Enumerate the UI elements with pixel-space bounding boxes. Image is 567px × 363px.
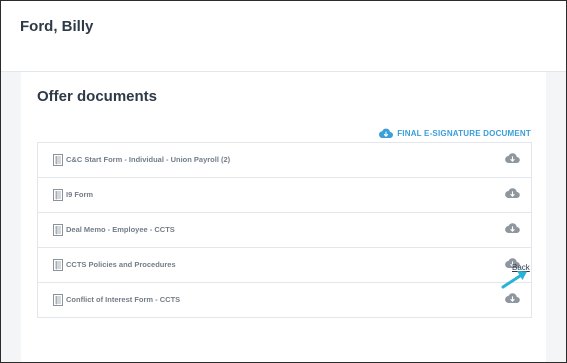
content-area: Offer documents FINAL E-SIGNATURE DOCUME… (1, 72, 566, 362)
cloud-download-icon[interactable] (505, 292, 520, 306)
document-list-icon (53, 224, 63, 236)
document-list-icon (53, 154, 63, 166)
app-window: Ford, Billy Offer documents FINAL E-SIGN… (0, 0, 567, 363)
annotation-arrow-icon (501, 271, 527, 289)
document-list: C&C Start Form - Individual - Union Payr… (37, 142, 532, 318)
document-row[interactable]: C&C Start Form - Individual - Union Payr… (38, 143, 531, 178)
offer-documents-card: Offer documents FINAL E-SIGNATURE DOCUME… (21, 72, 546, 362)
document-row[interactable]: I9 Form (38, 178, 531, 213)
document-label[interactable]: CCTS Policies and Procedures (66, 260, 176, 269)
document-label[interactable]: I9 Form (66, 190, 93, 199)
document-row[interactable]: Conflict of Interest Form - CCTS (38, 283, 531, 317)
document-row[interactable]: CCTS Policies and Procedures (38, 248, 531, 283)
section-title: Offer documents (37, 88, 158, 105)
document-label[interactable]: C&C Start Form - Individual - Union Payr… (66, 155, 230, 164)
final-esignature-button[interactable]: FINAL E-SIGNATURE DOCUMENT (379, 128, 531, 139)
cloud-download-icon (379, 128, 394, 139)
document-label[interactable]: Deal Memo - Employee - CCTS (66, 225, 175, 234)
page-header: Ford, Billy (1, 1, 566, 72)
employee-name: Ford, Billy (20, 18, 94, 35)
document-label[interactable]: Conflict of Interest Form - CCTS (66, 295, 180, 304)
cloud-download-icon[interactable] (505, 187, 520, 201)
document-row[interactable]: Deal Memo - Employee - CCTS (38, 213, 531, 248)
document-list-icon (53, 294, 63, 306)
final-esignature-label: FINAL E-SIGNATURE DOCUMENT (397, 129, 531, 138)
document-list-icon (53, 189, 63, 201)
cloud-download-icon[interactable] (505, 222, 520, 236)
cloud-download-icon[interactable] (505, 152, 520, 166)
document-list-icon (53, 259, 63, 271)
